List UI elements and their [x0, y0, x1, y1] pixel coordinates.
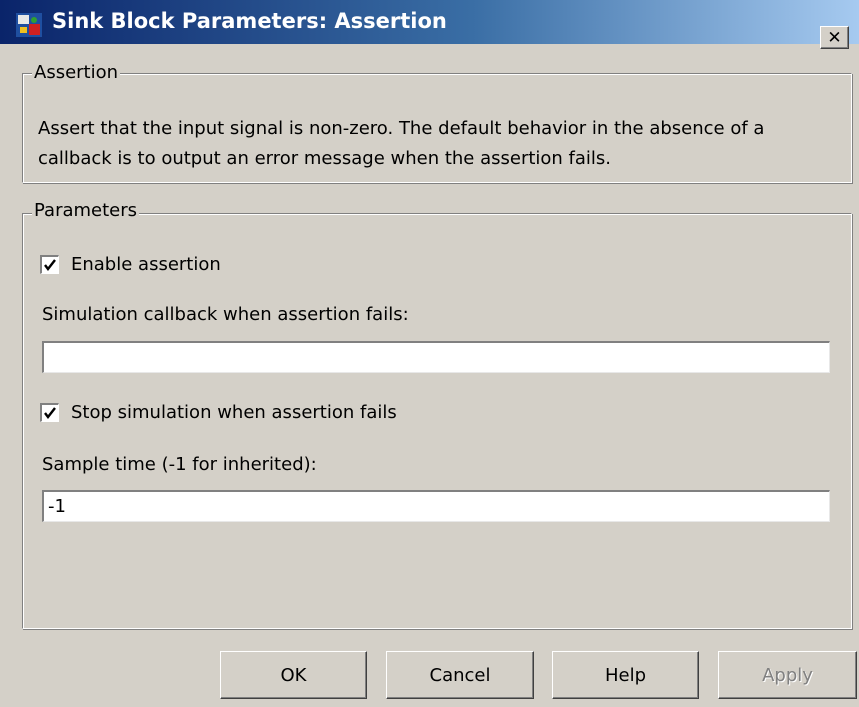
- enable-assertion-option[interactable]: Enable assertion: [40, 254, 221, 275]
- cancel-button[interactable]: Cancel: [386, 651, 534, 699]
- assertion-group-legend: Assertion: [32, 62, 121, 83]
- dialog-window: Sink Block Parameters: Assertion ✕ Asser…: [0, 0, 859, 707]
- apply-button: Apply: [718, 651, 857, 699]
- callback-input[interactable]: [42, 341, 830, 373]
- enable-assertion-label: Enable assertion: [71, 254, 221, 275]
- sample-time-label: Sample time (-1 for inherited):: [42, 454, 317, 475]
- title-bar[interactable]: Sink Block Parameters: Assertion: [0, 0, 859, 44]
- checkmark-icon: [44, 407, 56, 419]
- simulink-block-icon: [16, 13, 42, 37]
- close-button[interactable]: ✕: [820, 26, 849, 49]
- stop-simulation-label: Stop simulation when assertion fails: [71, 402, 397, 423]
- parameters-group-legend: Parameters: [32, 200, 140, 221]
- checkmark-icon: [44, 259, 56, 271]
- block-description: Assert that the input signal is non-zero…: [38, 118, 765, 169]
- callback-label: Simulation callback when assertion fails…: [42, 304, 409, 325]
- enable-assertion-checkbox[interactable]: [40, 255, 59, 274]
- window-title: Sink Block Parameters: Assertion: [52, 9, 447, 33]
- ok-button[interactable]: OK: [220, 651, 367, 699]
- close-icon: ✕: [827, 27, 842, 48]
- stop-simulation-option[interactable]: Stop simulation when assertion fails: [40, 402, 397, 423]
- help-button[interactable]: Help: [552, 651, 699, 699]
- sample-time-input[interactable]: -1: [42, 490, 830, 522]
- stop-simulation-checkbox[interactable]: [40, 403, 59, 422]
